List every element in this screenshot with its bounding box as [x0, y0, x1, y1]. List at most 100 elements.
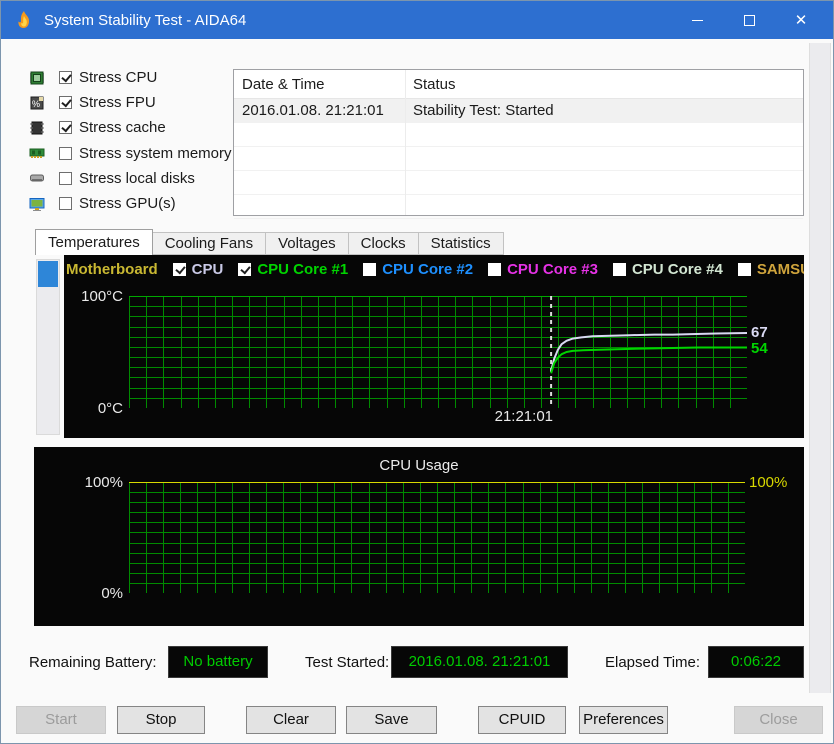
log-table-empty-row	[234, 195, 803, 219]
legend-item-motherboard: Motherboard	[66, 261, 158, 278]
legend-checkbox[interactable]	[238, 263, 252, 276]
cpu-temp-value-label: 67	[751, 324, 768, 341]
checkbox[interactable]	[59, 146, 72, 160]
legend-label: SAMSUNG HD103SJ	[756, 261, 804, 278]
disk-icon	[29, 170, 45, 186]
usage-axis-bottom-label: 0%	[101, 585, 123, 602]
save-button[interactable]: Save	[346, 706, 437, 734]
temperature-chart	[129, 296, 747, 408]
log-datetime-cell: 2016.01.08. 21:21:01	[242, 102, 384, 119]
stress-option-stress-fpu[interactable]: % Stress FPU	[29, 92, 156, 113]
temp-axis-top-label: 100°C	[81, 288, 123, 305]
legend-label: CPU Core #2	[382, 261, 474, 278]
checkbox[interactable]	[59, 96, 72, 110]
tab-bar: Temperatures Cooling Fans Voltages Clocks St…	[35, 229, 504, 255]
temperature-chart-panel: Motherboard CPU CPU Core #1 CPU Core #2 CPU …	[64, 255, 804, 438]
legend-label: CPU	[191, 261, 224, 278]
event-log-table[interactable]: Date & Time Status 2016.01.08. 21:21:01 S…	[233, 69, 804, 219]
aida64-flame-icon	[14, 10, 34, 30]
window-title: System Stability Test - AIDA64	[44, 11, 247, 29]
legend-item-cpu[interactable]: CPU	[172, 261, 224, 278]
stress-option-label: Stress system memory	[79, 144, 232, 162]
gpu-icon	[29, 196, 45, 212]
tab-cooling-fans[interactable]: Cooling Fans	[151, 232, 267, 255]
stress-option-stress-cpu[interactable]: Stress CPU	[29, 67, 157, 88]
legend-item-cpu-core-2[interactable]: CPU Core #2	[363, 261, 473, 278]
table-header[interactable]: Date & Time Status	[234, 70, 803, 99]
stress-option-label: Stress CPU	[79, 69, 158, 86]
legend-label: CPU Core #1	[257, 261, 349, 278]
column-divider	[405, 70, 406, 215]
legend-checkbox[interactable]	[737, 263, 751, 276]
scrollbar-thumb[interactable]	[38, 261, 58, 287]
legend-label: CPU Core #3	[507, 261, 598, 278]
legend-label: CPU Core #4	[631, 261, 723, 278]
preferences-button[interactable]: Preferences	[579, 706, 668, 734]
checkbox[interactable]	[59, 197, 72, 210]
stress-option-stress-local-disks[interactable]: Stress local disks	[29, 168, 195, 189]
minimize-button[interactable]	[671, 1, 723, 39]
checkbox[interactable]	[59, 121, 72, 135]
stability-test-window: System Stability Test - AIDA64 ✕ Stress …	[0, 0, 834, 744]
legend-item-cpu-core-4[interactable]: CPU Core #4	[612, 261, 723, 278]
cpu-usage-chart	[129, 482, 745, 593]
legend-checkbox[interactable]	[363, 263, 377, 276]
cpu-usage-title: CPU Usage	[379, 457, 459, 474]
stress-option-label: Stress cache	[79, 119, 166, 137]
temp-axis-bottom-label: 0°C	[97, 400, 123, 417]
start-button: Start	[16, 706, 106, 734]
log-table-row[interactable]: 2016.01.08. 21:21:01 Stability Test: Star…	[234, 99, 803, 123]
window-controls: ✕	[671, 1, 827, 39]
column-header-date-time[interactable]: Date & Time	[234, 76, 405, 93]
test-started-value: 2016.01.08. 21:21:01	[391, 646, 568, 678]
remaining-battery-value: No battery	[168, 646, 268, 678]
checkbox[interactable]	[59, 171, 72, 185]
clear-button[interactable]: Clear	[246, 706, 336, 734]
tab-clocks[interactable]: Clocks	[347, 232, 419, 255]
test-started-label: Test Started:	[305, 654, 390, 671]
stress-option-stress-cache[interactable]: Stress cache	[29, 117, 166, 138]
legend-item-cpu-core-1[interactable]: CPU Core #1	[238, 261, 348, 278]
legend-checkbox[interactable]	[488, 263, 502, 276]
titlebar: System Stability Test - AIDA64 ✕	[1, 1, 833, 39]
log-table-empty-row	[234, 147, 803, 171]
tab-voltages[interactable]: Voltages	[265, 232, 349, 255]
tab-statistics[interactable]: Statistics	[417, 232, 504, 255]
close-icon: ✕	[794, 11, 808, 29]
background-scrollbar-strip	[809, 43, 831, 693]
stress-option-stress-system-memory[interactable]: Stress system memory	[29, 143, 232, 164]
stress-option-stress-gpu-s-[interactable]: Stress GPU(s)	[29, 193, 176, 214]
close-button[interactable]: ✕	[775, 1, 827, 39]
fpu-icon: %	[29, 95, 45, 111]
legend-checkbox[interactable]	[172, 263, 186, 276]
maximize-button[interactable]	[723, 1, 775, 39]
elapsed-time-value: 0:06:22	[708, 646, 804, 678]
svg-text:%: %	[32, 99, 40, 109]
cpu-core1-temp-value-label: 54	[751, 340, 768, 357]
log-table-empty-row	[234, 171, 803, 195]
stress-option-label: Stress GPU(s)	[79, 195, 176, 212]
log-table-empty-row	[234, 123, 803, 147]
legend-checkbox[interactable]	[612, 263, 626, 276]
stop-button[interactable]: Stop	[117, 706, 205, 734]
log-status-cell: Stability Test: Started	[413, 102, 554, 119]
cpu-icon	[29, 70, 45, 86]
chart-legend: Motherboard CPU CPU Core #1 CPU Core #2 CPU …	[66, 261, 804, 278]
stress-option-label: Stress FPU	[79, 94, 156, 112]
cache-icon	[29, 120, 45, 136]
usage-right-value-label: 100%	[749, 474, 788, 491]
elapsed-time-label: Elapsed Time:	[605, 654, 701, 671]
checkbox[interactable]	[59, 71, 72, 84]
chart-vertical-scrollbar[interactable]	[36, 259, 60, 435]
usage-axis-top-label: 100%	[84, 474, 123, 491]
legend-label: Motherboard	[66, 261, 158, 278]
remaining-battery-label: Remaining Battery:	[29, 654, 157, 671]
legend-item-cpu-core-3[interactable]: CPU Core #3	[488, 261, 598, 278]
minimize-icon	[691, 19, 703, 21]
tab-temperatures[interactable]: Temperatures	[35, 229, 153, 255]
maximize-icon	[743, 14, 755, 26]
legend-item-samsung-hd103sj[interactable]: SAMSUNG HD103SJ	[737, 261, 804, 278]
cpuid-button[interactable]: CPUID	[478, 706, 566, 734]
memory-icon	[29, 145, 45, 161]
column-header-status[interactable]: Status	[405, 76, 803, 93]
